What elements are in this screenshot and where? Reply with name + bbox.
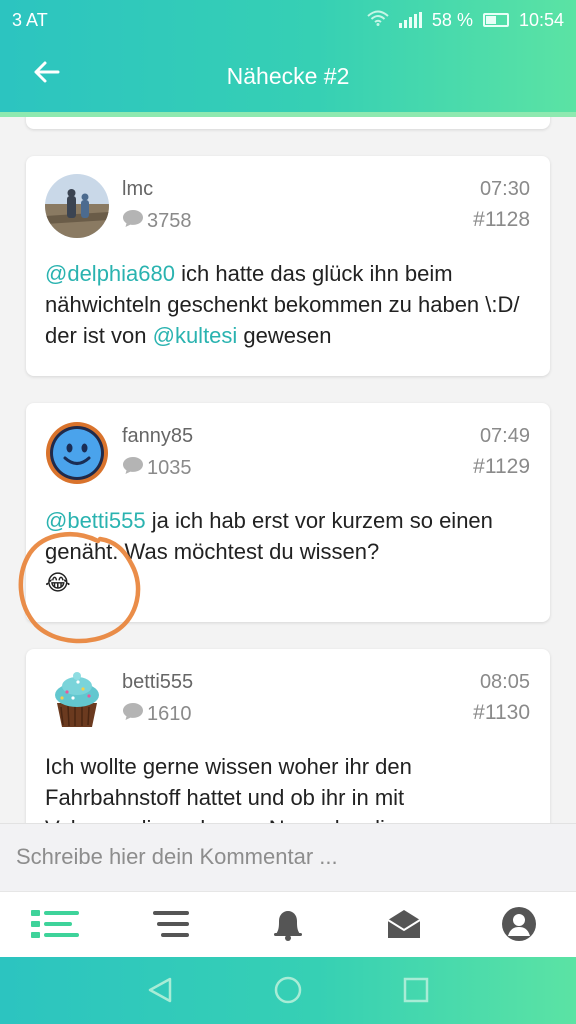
back-button[interactable] <box>26 54 66 94</box>
speech-bubble-icon <box>122 701 144 727</box>
battery-percent: 58 % <box>431 9 473 30</box>
post-time: 07:30 <box>479 178 530 200</box>
smiley-avatar[interactable] <box>45 421 109 485</box>
tab-profile[interactable] <box>497 906 541 946</box>
post-text: @delphia680 ich hatte das glück ihn beim… <box>45 258 535 351</box>
bell-icon <box>270 906 306 947</box>
mention-link[interactable]: @betti555 <box>45 508 146 533</box>
post-time: 08:05 <box>479 671 530 693</box>
nav-recents-button[interactable] <box>399 975 433 1009</box>
post-number: #1129 <box>473 455 530 478</box>
nav-home-button[interactable] <box>271 975 305 1009</box>
status-bar: 3 AT 58 % 10:54 <box>0 0 576 40</box>
count-value: 3758 <box>147 209 192 232</box>
post-card[interactable]: betti555 1610 08:05 #1130 Ich wollte ger… <box>26 649 550 823</box>
speech-bubble-icon <box>122 208 144 234</box>
tab-feed[interactable] <box>31 906 79 946</box>
triangle-back-icon <box>146 976 174 1009</box>
list-icon <box>31 909 79 944</box>
app-header: Nähecke #2 <box>0 40 576 112</box>
tab-messages[interactable] <box>382 906 426 946</box>
comment-count: 1610 <box>122 701 192 727</box>
user-icon <box>501 906 537 947</box>
post-text: Ich wollte gerne wissen woher ihr den Fa… <box>45 751 535 823</box>
post-text: @betti555 ja ich hab erst vor kurzem so … <box>45 505 535 598</box>
clock: 10:54 <box>518 9 564 30</box>
laughing-emoji: 😂 <box>45 570 71 595</box>
username[interactable]: betti555 <box>122 671 193 694</box>
count-value: 1035 <box>147 456 192 479</box>
nav-back-button[interactable] <box>143 975 177 1009</box>
post-number: #1130 <box>473 701 530 724</box>
menu-lines-icon <box>153 910 193 943</box>
wifi-icon <box>367 10 389 31</box>
text-segment: gewesen <box>237 323 332 348</box>
carrier-label: 3 AT <box>12 9 48 30</box>
tab-menu[interactable] <box>151 906 195 946</box>
speech-bubble-icon <box>122 455 144 481</box>
battery-icon <box>482 13 509 27</box>
comment-count: 1035 <box>122 455 192 481</box>
post-time: 07:49 <box>479 425 530 447</box>
arrow-left-icon <box>32 60 60 89</box>
post-card[interactable]: fanny85 1035 07:49 #1129 @betti555 ja ic… <box>26 403 550 622</box>
post-card[interactable]: lmc 3758 07:30 #1128 @delphia680 ich hat… <box>26 156 550 376</box>
comment-feed[interactable]: lmc 3758 07:30 #1128 @delphia680 ich hat… <box>0 117 576 823</box>
system-nav-bar <box>0 957 576 1024</box>
comment-input[interactable] <box>16 844 560 870</box>
cupcake-avatar[interactable] <box>45 667 109 731</box>
envelope-icon <box>386 908 422 945</box>
page-title: Nähecke #2 <box>226 62 350 89</box>
bottom-tab-bar <box>0 891 576 957</box>
square-recents-icon <box>402 976 430 1009</box>
text-segment: Ich wollte gerne wissen woher ihr den Fa… <box>45 754 412 823</box>
username[interactable]: fanny85 <box>122 425 193 448</box>
mention-link[interactable]: @kultesi <box>153 323 238 348</box>
circle-home-icon <box>274 976 302 1009</box>
username[interactable]: lmc <box>122 178 153 201</box>
post-number: #1128 <box>473 208 530 231</box>
comment-count: 3758 <box>122 208 192 234</box>
signal-icon <box>398 12 422 28</box>
count-value: 1610 <box>147 702 192 725</box>
tab-notifications[interactable] <box>266 906 310 946</box>
comment-bar <box>0 823 576 891</box>
photo-avatar[interactable] <box>45 174 109 238</box>
mention-link[interactable]: @delphia680 <box>45 261 175 286</box>
previous-post-card <box>26 117 550 129</box>
